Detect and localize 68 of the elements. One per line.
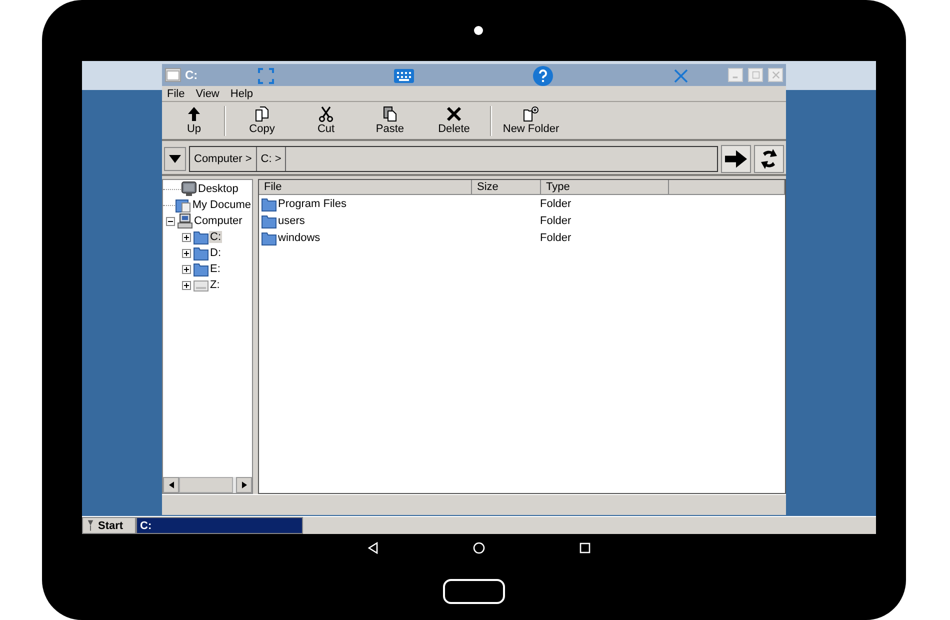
menu-item[interactable]: Help (230, 88, 254, 100)
scroll-right-icon[interactable] (242, 481, 246, 489)
file-name[interactable]: windows (278, 232, 320, 244)
torch-icon (87, 520, 94, 531)
tree-item[interactable]: Z: (209, 279, 221, 291)
file-name[interactable]: Program Files (278, 198, 346, 210)
file-type: Folder (540, 214, 572, 226)
toolbar-button[interactable]: New Folder (496, 106, 566, 135)
folder-icon (193, 229, 209, 245)
tree-item[interactable]: C: (209, 231, 222, 243)
tree-item[interactable]: E: (209, 263, 222, 275)
tree-item[interactable]: Computer (193, 215, 244, 227)
menu-item[interactable]: View (196, 88, 220, 100)
up-arrow-icon (186, 106, 202, 122)
expand-toggle[interactable] (179, 232, 193, 242)
new-folder-icon (523, 106, 539, 122)
address-field[interactable]: Computer > C: > (189, 146, 718, 172)
back-icon[interactable] (367, 542, 379, 554)
help-icon[interactable] (533, 66, 553, 86)
menu-item[interactable]: File (167, 88, 185, 100)
toolbar-button[interactable]: Copy (230, 106, 294, 135)
folder-icon (193, 245, 209, 261)
file-type: Folder (540, 232, 572, 244)
go-button[interactable] (721, 144, 751, 172)
toolbar-button[interactable]: Delete (422, 106, 486, 135)
recent-apps-icon[interactable] (579, 542, 591, 554)
close-icon (446, 106, 462, 122)
toolbar-button[interactable]: Paste (358, 106, 422, 135)
toolbar-button[interactable]: Up (168, 106, 220, 135)
computer-icon (177, 213, 193, 229)
folder-icon (261, 212, 277, 228)
copy-icon (254, 106, 270, 122)
keyboard-icon[interactable] (394, 68, 414, 84)
maximize-icon (752, 71, 760, 79)
documents-folder-icon (175, 197, 192, 213)
scrollbar[interactable] (163, 477, 252, 493)
expand-toggle[interactable] (179, 264, 193, 274)
caret-icon (169, 154, 181, 162)
window-title: C: (185, 68, 198, 82)
expand-toggle[interactable] (179, 280, 193, 290)
scissors-icon (318, 106, 334, 122)
dropdown-button[interactable] (164, 146, 186, 170)
close-icon (772, 71, 780, 79)
start-button[interactable]: Start (82, 517, 136, 534)
toolbar-button[interactable]: Cut (294, 106, 358, 135)
tree-item[interactable]: My Docume (191, 199, 252, 211)
file-type: Folder (540, 198, 572, 210)
camera-dot (474, 26, 482, 35)
column-header[interactable]: Size (472, 180, 541, 195)
folder-icon (261, 230, 277, 246)
tree-item[interactable]: D: (209, 247, 222, 259)
home-icon[interactable] (473, 542, 485, 554)
right-arrow-icon (725, 150, 747, 168)
home-button[interactable] (443, 578, 505, 604)
refresh-icon (759, 148, 779, 168)
file-name[interactable]: users (278, 214, 305, 226)
taskbar-item[interactable]: C: (136, 517, 303, 534)
refresh-button[interactable] (754, 144, 784, 172)
column-header[interactable]: Type (541, 180, 669, 195)
scroll-left-icon[interactable] (168, 481, 174, 489)
monitor-icon (181, 181, 197, 197)
expand-toggle[interactable] (179, 248, 193, 258)
window-icon (165, 68, 181, 82)
tree-item[interactable]: Desktop (197, 183, 240, 195)
collapse-toggle[interactable] (163, 216, 177, 226)
folder-icon (193, 261, 209, 277)
paste-icon (382, 106, 398, 122)
column-header[interactable]: File (259, 180, 472, 195)
